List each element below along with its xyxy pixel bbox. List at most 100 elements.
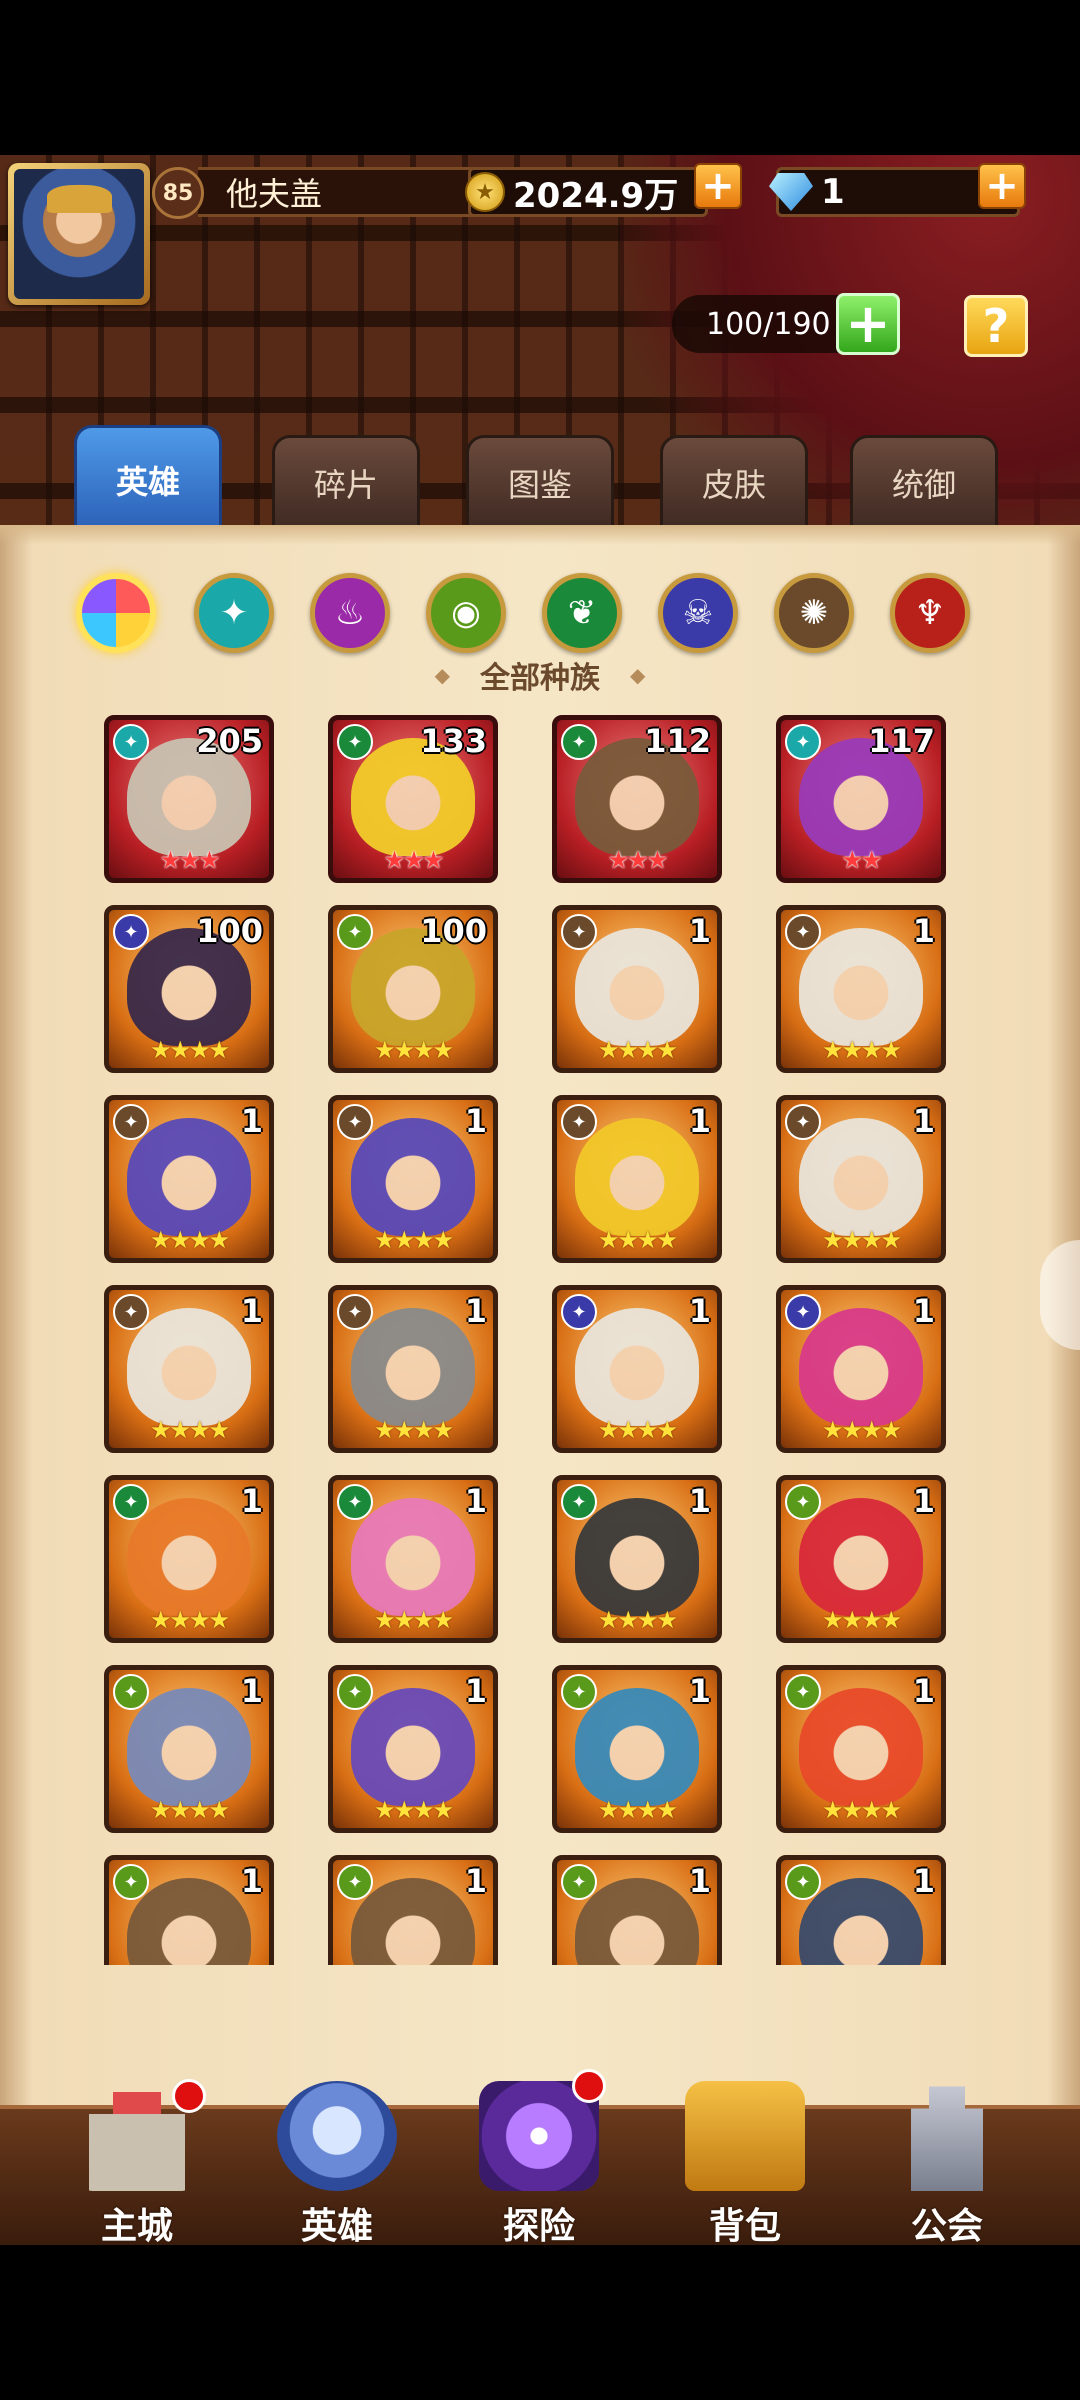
tab-heroes[interactable]: 英雄: [74, 425, 222, 535]
hero-portrait: [351, 1688, 475, 1806]
hero-stars: ★★★★: [373, 1796, 454, 1824]
race-badge-icon: ✦: [561, 914, 597, 950]
add-gems-button[interactable]: +: [978, 163, 1026, 209]
hero-card[interactable]: ✦1★★★★: [776, 1855, 946, 1965]
tab-skins[interactable]: 皮肤: [660, 435, 808, 531]
hero-portrait: [127, 1498, 251, 1616]
hero-card[interactable]: ✦1★★★★: [776, 1285, 946, 1453]
race-skull-icon[interactable]: ☠: [658, 573, 738, 653]
hero-card[interactable]: ✦1★★★★: [776, 1475, 946, 1643]
hero-card[interactable]: ✦1★★★★: [776, 905, 946, 1073]
hero-portrait: [799, 1308, 923, 1426]
hero-stars: ★★★: [159, 846, 221, 874]
hero-portrait: [351, 1498, 475, 1616]
nav-label: 主城: [100, 2206, 173, 2245]
hero-level: 1: [688, 1292, 711, 1330]
diamond-icon: [769, 173, 813, 211]
hero-card[interactable]: ✦1★★★★: [328, 1665, 498, 1833]
hero-portrait: [127, 1688, 251, 1806]
race-leaf-icon[interactable]: ❦: [542, 573, 622, 653]
race-badge-icon: ✦: [561, 1674, 597, 1710]
hero-card[interactable]: ✦ 133 ★★★: [328, 715, 498, 883]
add-gold-button[interactable]: +: [694, 163, 742, 209]
hero-card[interactable]: ✦1★★★★: [328, 1855, 498, 1965]
race-badge-icon: ✦: [785, 1864, 821, 1900]
hero-card[interactable]: ✦1★★★★: [104, 1285, 274, 1453]
hero-card[interactable]: ✦1★★★★: [776, 1665, 946, 1833]
tab-fragments[interactable]: 碎片: [272, 435, 420, 531]
race-badge-icon: ✦: [561, 1104, 597, 1140]
hero-stars: ★★★★: [149, 1036, 230, 1064]
hero-card[interactable]: ✦1★★★★: [552, 1855, 722, 1965]
race-badge-icon: ✦: [785, 1294, 821, 1330]
player-name-text: 他夫盖: [226, 175, 323, 213]
nav-label: 公会: [910, 2206, 983, 2245]
hero-stars: ★★: [841, 846, 882, 874]
top-bar: 他夫盖 85 ★ 2024.9万 + 1 +: [0, 155, 1080, 305]
nav-bag[interactable]: 背包: [670, 2069, 820, 2245]
hero-stars: ★★★★: [149, 1416, 230, 1444]
race-flame-icon[interactable]: ♨: [310, 573, 390, 653]
hero-stars: ★★★★: [373, 1416, 454, 1444]
player-avatar-button[interactable]: [8, 163, 150, 305]
hero-level: 1: [464, 1102, 487, 1140]
nav-main-city[interactable]: 主城: [62, 2069, 212, 2245]
nav-label: 探险: [502, 2206, 575, 2245]
nav-guild[interactable]: 公会: [872, 2069, 1022, 2245]
hero-stars: ★★★★: [149, 1606, 230, 1634]
diamond-right-icon: ◆: [630, 663, 646, 687]
hero-portrait: [799, 1688, 923, 1806]
hero-card[interactable]: ✦ 117 ★★: [776, 715, 946, 883]
hero-card[interactable]: ✦ 100 ★★★★: [328, 905, 498, 1073]
hero-card[interactable]: ✦1★★★★: [552, 1475, 722, 1643]
hero-stars: ★★★★: [821, 1606, 902, 1634]
hero-level: 1: [240, 1672, 263, 1710]
hero-level: 1: [240, 1482, 263, 1520]
hero-card[interactable]: ✦ 100 ★★★★: [104, 905, 274, 1073]
player-name: 他夫盖: [198, 167, 478, 217]
tab-command[interactable]: 统御: [850, 435, 998, 531]
bag-icon: [685, 2081, 805, 2191]
hero-stars: ★★★★: [149, 1226, 230, 1254]
hero-level: 1: [688, 1672, 711, 1710]
race-badge-icon: ✦: [337, 1104, 373, 1140]
race-badge-icon: ✦: [113, 914, 149, 950]
race-eye-icon[interactable]: ◉: [426, 573, 506, 653]
race-badge-icon: ✦: [785, 914, 821, 950]
race-sun-icon[interactable]: ✺: [774, 573, 854, 653]
hero-stars: ★★★★: [821, 1226, 902, 1254]
hero-level: 1: [912, 1862, 935, 1900]
race-wing-icon[interactable]: ✦: [194, 573, 274, 653]
game-screen: 他夫盖 85 ★ 2024.9万 + 1 + 100/190 + ? 英雄 碎片…: [0, 155, 1080, 2245]
race-demon-icon[interactable]: ♆: [890, 573, 970, 653]
hero-stars: ★★★★: [597, 1606, 678, 1634]
hero-level: 205: [196, 722, 263, 760]
hero-stars: ★★★★: [597, 1226, 678, 1254]
race-badge-icon: ✦: [561, 724, 597, 760]
hero-level: 100: [420, 912, 487, 950]
hero-card[interactable]: ✦1★★★★: [552, 1285, 722, 1453]
hero-card[interactable]: ✦1★★★★: [104, 1475, 274, 1643]
nav-heroes[interactable]: 英雄: [262, 2069, 412, 2245]
tab-codex[interactable]: 图鉴: [466, 435, 614, 531]
race-badge-icon: ✦: [113, 1104, 149, 1140]
hero-card[interactable]: ✦1★★★★: [104, 1855, 274, 1965]
hero-card[interactable]: ✦1★★★★: [328, 1285, 498, 1453]
help-button[interactable]: ?: [964, 295, 1028, 357]
hero-card[interactable]: ✦1★★★★: [552, 1665, 722, 1833]
hero-card[interactable]: ✦1★★★★: [328, 1095, 498, 1263]
hero-card[interactable]: ✦ 112 ★★★: [552, 715, 722, 883]
hero-card[interactable]: ✦1★★★★: [776, 1095, 946, 1263]
hero-card[interactable]: ✦1★★★★: [328, 1475, 498, 1643]
hero-card[interactable]: ✦ 205 ★★★: [104, 715, 274, 883]
all-races-icon[interactable]: [76, 573, 156, 653]
nav-explore[interactable]: 探险: [464, 2069, 614, 2245]
hero-portrait: [575, 1308, 699, 1426]
hero-card[interactable]: ✦1★★★★: [552, 905, 722, 1073]
expand-capacity-button[interactable]: +: [836, 293, 900, 355]
gold-coin-icon: ★: [465, 172, 505, 212]
hero-stars: ★★★: [383, 846, 445, 874]
hero-card[interactable]: ✦1★★★★: [104, 1095, 274, 1263]
hero-card[interactable]: ✦1★★★★: [552, 1095, 722, 1263]
hero-card[interactable]: ✦1★★★★: [104, 1665, 274, 1833]
